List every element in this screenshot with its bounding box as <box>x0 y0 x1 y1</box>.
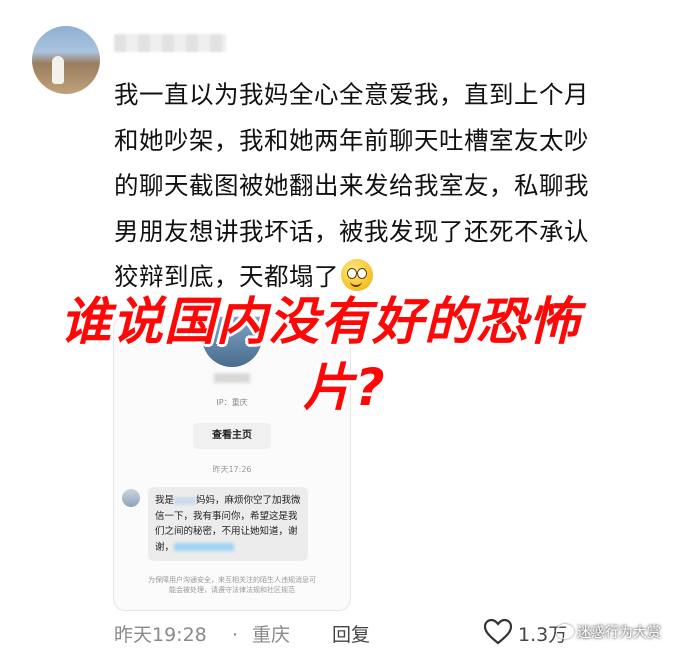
watermark-text: 迷惑行为大赏 <box>577 625 661 641</box>
view-home-button: 查看主页 <box>193 423 271 449</box>
redacted-name <box>174 496 197 505</box>
smiling-face-emoji-icon <box>341 259 373 291</box>
weibo-watermark: 迷惑行为大赏 <box>556 622 661 642</box>
heart-icon <box>483 618 513 645</box>
username-blurred[interactable] <box>114 34 226 52</box>
redacted-text <box>174 543 235 551</box>
message-part-1: 我是 <box>155 495 175 506</box>
card-safety-notice: 为保障用户沟通安全，来互相关注的陌生人违规消息可能会被处理，请遵守法律法规和社区… <box>148 576 316 594</box>
weibo-logo-icon <box>556 624 574 639</box>
caption-line-1: 谁说国内没有好的恐怖 <box>60 293 581 352</box>
like-button[interactable] <box>483 618 513 652</box>
post-location: 重庆 <box>252 624 291 646</box>
reply-button[interactable]: 回复 <box>332 618 370 652</box>
card-sender-avatar <box>122 489 140 507</box>
post-time: 昨天19:28 <box>114 624 207 646</box>
card-message-time: 昨天17:26 <box>212 465 252 474</box>
separator-dot: · <box>232 624 239 646</box>
avatar-figure <box>52 56 64 84</box>
card-message-bubble: 我是 妈妈，麻烦你空了加我微信一下，我有事问你，希望这是我们之间的秘密，不用让她知… <box>148 487 308 561</box>
user-avatar[interactable] <box>32 26 100 94</box>
post-body: 我一直以为我妈全心全意爱我，直到上个月 和她吵架，我和她两年前聊天吐槽室友太吵 … <box>114 72 674 300</box>
caption-overlay: 谁说国内没有好的恐怖 片? <box>60 290 680 422</box>
caption-line-2: 片? <box>303 359 386 418</box>
